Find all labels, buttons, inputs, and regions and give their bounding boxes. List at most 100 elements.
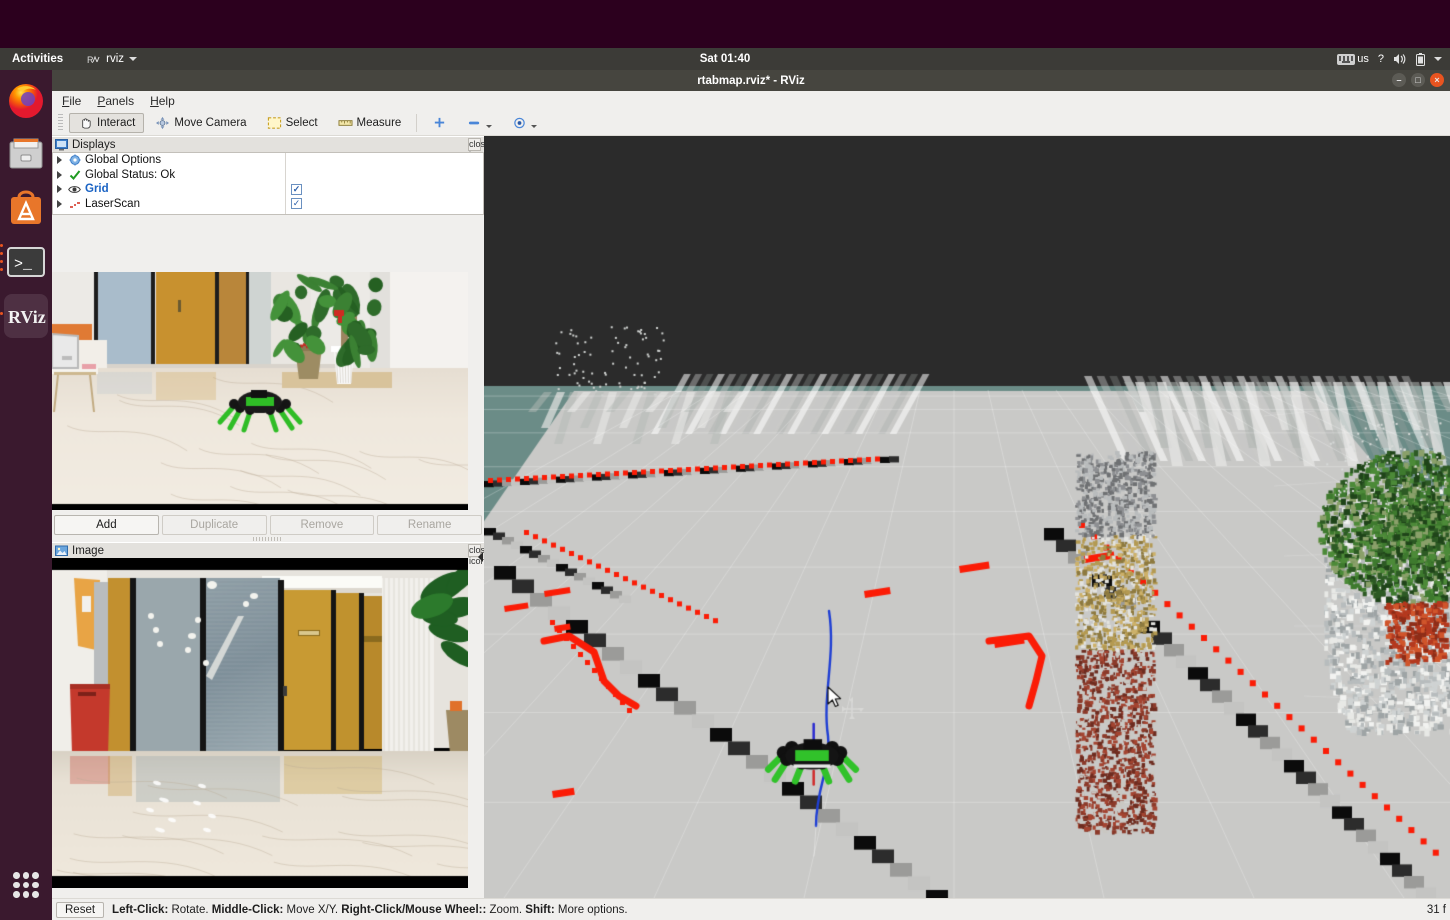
dock-item-firefox[interactable]	[4, 78, 48, 122]
dock-item-rviz[interactable]: RViz	[4, 294, 48, 338]
3d-render-view[interactable]	[484, 136, 1450, 898]
tree-item-laserscan[interactable]: LaserScan ✓	[53, 197, 483, 212]
tree-item-label: Grid	[85, 183, 109, 195]
reset-view-button[interactable]: Reset	[56, 902, 104, 918]
tool-move-camera-label: Move Camera	[174, 117, 246, 129]
ruler-icon	[338, 116, 353, 130]
close-icon[interactable]: close-icon	[468, 138, 481, 151]
keyboard-layout-indicator[interactable]: us	[1337, 53, 1369, 65]
menu-file[interactable]: FFileile	[62, 94, 81, 108]
mouse-hint-text: Left-Click: Rotate. Middle-Click: Move X…	[112, 904, 628, 916]
menu-help[interactable]: Help	[150, 94, 175, 108]
tool-2d-nav-goal[interactable]	[458, 113, 501, 133]
keyboard-icon	[1337, 54, 1355, 65]
hand-cursor-icon	[78, 116, 93, 130]
menu-bar: FFileile Panels Help	[52, 91, 1450, 110]
laserscan-visibility-checkbox[interactable]: ✓	[291, 198, 302, 209]
tree-item-grid[interactable]: Grid ✓	[53, 182, 483, 197]
remove-display-button[interactable]: Remove	[270, 515, 375, 535]
displays-panel-title-label: Displays	[72, 139, 115, 151]
tool-interact[interactable]: Interact	[69, 113, 144, 133]
camera-image-view-top[interactable]	[52, 272, 468, 510]
window-titlebar: rtabmap.rviz* - RViz – □ ×	[52, 70, 1450, 91]
chevron-down-icon[interactable]	[1434, 57, 1442, 61]
gear-icon	[68, 154, 81, 167]
image-icon	[55, 545, 68, 557]
tool-2d-pose-estimate[interactable]	[423, 113, 456, 133]
dock-item-files[interactable]	[4, 132, 48, 176]
window-controls: – □ ×	[1392, 73, 1444, 87]
menu-panels[interactable]: Panels	[97, 94, 134, 108]
tree-item-global-status[interactable]: Global Status: Ok	[53, 168, 483, 183]
tool-move-camera[interactable]: Move Camera	[146, 113, 255, 133]
plus-marker-icon	[432, 116, 447, 130]
grid-visibility-checkbox[interactable]: ✓	[291, 184, 302, 195]
image-panel-title-label: Image	[72, 545, 104, 557]
image-canvas-bottom	[52, 558, 468, 888]
tool-bar: Interact Move Camera Select Measure	[52, 110, 1450, 136]
status-bar: Reset Left-Click: Rotate. Middle-Click: …	[52, 898, 1450, 920]
image-view-bottom[interactable]	[52, 558, 468, 888]
tool-publish-point[interactable]	[503, 113, 546, 133]
gnome-top-bar: Activities R rviz Sat 01:40 us ?	[0, 48, 1450, 70]
tool-select-label: Select	[286, 117, 318, 129]
chevron-down-icon[interactable]	[531, 125, 537, 128]
image-panel-title: Image close-icon	[52, 542, 484, 558]
camera-image-canvas-top	[52, 272, 468, 510]
svg-text:RViz: RViz	[8, 307, 46, 327]
clock[interactable]: Sat 01:40	[0, 53, 1450, 65]
left-dock-area: Displays close-icon	[52, 136, 484, 898]
ubuntu-dock: >_ RViz	[0, 70, 52, 920]
check-icon	[68, 168, 81, 181]
dock-item-ubuntu-software[interactable]	[4, 186, 48, 230]
chevron-down-icon[interactable]	[486, 125, 492, 128]
minimize-button[interactable]: –	[1392, 73, 1406, 87]
close-button[interactable]: ×	[1430, 73, 1444, 87]
selection-box-icon	[267, 116, 282, 130]
expand-arrow-icon[interactable]	[57, 185, 62, 193]
tool-select[interactable]: Select	[258, 113, 327, 133]
expand-arrow-icon[interactable]	[57, 171, 62, 179]
toolbar-grip[interactable]	[58, 114, 63, 132]
tree-item-global-options[interactable]: Global Options	[53, 153, 483, 168]
speaker-icon[interactable]	[1393, 53, 1407, 65]
duplicate-display-button[interactable]: Duplicate	[162, 515, 267, 535]
tree-item-label: Global Options	[85, 154, 161, 166]
running-indicator	[0, 244, 3, 247]
maximize-button[interactable]: □	[1411, 73, 1425, 87]
main-area: Displays close-icon	[52, 136, 1450, 898]
battery-icon[interactable]	[1416, 53, 1425, 66]
displays-tree[interactable]: Global Options Global Status: Ok Grid ✓ …	[52, 152, 484, 215]
running-indicator	[0, 252, 3, 255]
rviz-window: rtabmap.rviz* - RViz – □ × FFileile Pane…	[52, 70, 1450, 920]
displays-button-row: Add Duplicate Remove Rename	[52, 513, 484, 537]
svg-text:>_: >_	[14, 256, 33, 273]
expand-arrow-icon[interactable]	[57, 200, 62, 208]
running-indicator	[0, 312, 3, 315]
tool-measure[interactable]: Measure	[329, 113, 411, 133]
dock-item-terminal[interactable]: >_	[4, 240, 48, 284]
move-camera-icon	[155, 116, 170, 130]
keyboard-layout-label: us	[1357, 53, 1369, 65]
tree-item-label: LaserScan	[85, 198, 140, 210]
window-title: rtabmap.rviz* - RViz	[697, 75, 805, 87]
displays-panel-title: Displays close-icon	[52, 136, 484, 152]
rename-display-button[interactable]: Rename	[377, 515, 482, 535]
arrow-marker-icon	[467, 116, 482, 130]
add-display-button[interactable]: Add	[54, 515, 159, 535]
tool-interact-label: Interact	[97, 117, 135, 129]
system-tray: us ?	[1337, 53, 1442, 66]
grid-eye-icon	[68, 183, 81, 196]
running-indicator	[0, 260, 3, 263]
fps-indicator: 31 f	[1427, 904, 1446, 916]
focus-eye-icon	[512, 116, 527, 130]
display-monitor-icon	[55, 139, 68, 151]
show-applications-button[interactable]	[0, 872, 52, 898]
expand-arrow-icon[interactable]	[57, 156, 62, 164]
running-indicator	[0, 268, 3, 271]
3d-scene-canvas	[484, 136, 1450, 898]
tool-measure-label: Measure	[357, 117, 402, 129]
toolbar-separator	[416, 114, 417, 132]
laserscan-icon	[68, 197, 81, 210]
help-icon[interactable]: ?	[1378, 53, 1384, 65]
